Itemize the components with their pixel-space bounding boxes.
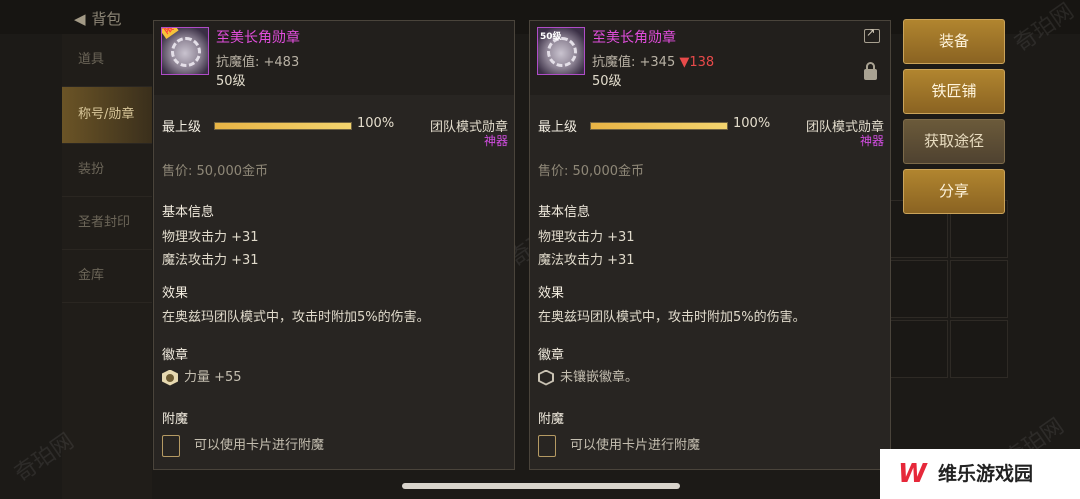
- blacksmith-button[interactable]: 铁匠铺: [903, 69, 1005, 114]
- sidebar-item-seal[interactable]: 圣者封印: [62, 197, 152, 250]
- card-slot-icon: [538, 434, 556, 457]
- emblem-text: 未镶嵌徽章。: [560, 370, 639, 385]
- item-tooltip-new: 限 至美长角勋章 抗魔值: +483 50级 最上级 100% 团队模式勋章 神…: [153, 20, 515, 470]
- logo-w-icon: W: [898, 459, 927, 489]
- item-name: 至美长角勋章: [592, 30, 676, 46]
- stat-magic-attack: 魔法攻击力 +31: [162, 253, 259, 268]
- sidebar-item-items[interactable]: 道具: [62, 34, 152, 87]
- stat-diff-down: ▼138: [679, 55, 715, 70]
- new-tag-icon: 限: [162, 28, 179, 40]
- effect-text: 在奥兹玛团队模式中，攻击时附加5%的伤害。: [538, 310, 806, 325]
- grade-label: 最上级: [538, 120, 578, 135]
- section-title-enchant: 附魔: [162, 412, 189, 427]
- section-title-emblem: 徽章: [162, 348, 189, 363]
- grade-percent: 100%: [733, 116, 771, 131]
- inventory-slot[interactable]: [950, 260, 1008, 318]
- section-title-enchant: 附魔: [538, 412, 565, 427]
- sidebar-item-vault[interactable]: 金库: [62, 250, 152, 303]
- section-title-effect: 效果: [538, 286, 565, 301]
- inventory-sidebar: 道具 称号/勋章 装扮 圣者封印 金库: [62, 34, 152, 499]
- item-name: 至美长角勋章: [216, 30, 300, 46]
- tooltip-header: 50级 至美长角勋章 抗魔值: +345 ▼138 50级: [530, 21, 890, 95]
- grade-row: 最上级 100% 团队模式勋章 神器: [538, 116, 884, 148]
- inventory-slot[interactable]: [890, 320, 948, 378]
- enchant-text: 可以使用卡片进行附魔: [194, 438, 325, 453]
- medal-gear-icon: [171, 37, 201, 67]
- enchant-text: 可以使用卡片进行附魔: [570, 438, 701, 453]
- obtain-source-button[interactable]: 获取途径: [903, 119, 1005, 164]
- section-title-basic: 基本信息: [538, 205, 591, 220]
- grade-percent: 100%: [357, 116, 395, 131]
- equip-button[interactable]: 装备: [903, 19, 1005, 64]
- action-buttons: 装备 铁匠铺 获取途径 分享: [903, 19, 1005, 219]
- stat-magic-attack: 魔法攻击力 +31: [538, 253, 635, 268]
- sell-price: 售价: 50,000金币: [538, 164, 644, 179]
- magic-resist-stat: 抗魔值: +345 ▼138: [592, 51, 714, 70]
- stat-physical-attack: 物理攻击力 +31: [162, 230, 259, 245]
- card-slot-icon: [162, 434, 180, 457]
- medal-icon: 50级: [537, 27, 585, 75]
- sell-price: 售价: 50,000金币: [162, 164, 268, 179]
- medal-icon: 限: [161, 27, 209, 75]
- grade-label: 最上级: [162, 120, 202, 135]
- inventory-slot[interactable]: [950, 320, 1008, 378]
- share-button[interactable]: 分享: [903, 169, 1005, 214]
- item-level: 50级: [216, 74, 246, 89]
- item-level: 50级: [592, 74, 622, 89]
- grade-progress-fill: [591, 123, 727, 129]
- inventory-grid: [890, 200, 1020, 440]
- magic-resist-stat: 抗魔值: +483: [216, 55, 300, 70]
- back-arrow-icon: ◀: [74, 10, 86, 28]
- item-rarity: 神器: [483, 134, 508, 148]
- tooltip-header: 限 至美长角勋章 抗魔值: +483 50级: [154, 21, 514, 95]
- back-label: 背包: [91, 10, 122, 28]
- enchant-row: 可以使用卡片进行附魔: [538, 434, 700, 458]
- home-indicator[interactable]: [402, 483, 680, 489]
- magic-resist-value: 抗魔值: +345: [592, 55, 676, 70]
- inventory-slot[interactable]: [890, 260, 948, 318]
- item-tooltip-equipped: 50级 至美长角勋章 抗魔值: +345 ▼138 50级 最上级 100% 团…: [529, 20, 891, 470]
- enchant-row: 可以使用卡片进行附魔: [162, 434, 324, 458]
- sidebar-item-avatar[interactable]: 装扮: [62, 144, 152, 197]
- emblem-icon: [162, 369, 178, 386]
- grade-progress-fill: [215, 123, 351, 129]
- share-icon[interactable]: [864, 26, 880, 43]
- effect-text: 在奥兹玛团队模式中，攻击时附加5%的伤害。: [162, 310, 430, 325]
- lock-icon[interactable]: [864, 62, 877, 80]
- emblem-text: 力量 +55: [184, 370, 242, 385]
- emblem-row: 未镶嵌徽章。: [538, 368, 638, 388]
- site-logo: W 维乐游戏园: [880, 449, 1080, 499]
- sidebar-item-titles-medals[interactable]: 称号/勋章: [62, 87, 152, 144]
- back-button[interactable]: ◀ 背包: [74, 8, 122, 29]
- grade-progress-bar: [214, 122, 352, 130]
- icon-level-text: 50级: [540, 32, 562, 42]
- grade-progress-bar: [590, 122, 728, 130]
- section-title-basic: 基本信息: [162, 205, 215, 220]
- logo-text: 维乐游戏园: [938, 463, 1034, 485]
- section-title-emblem: 徽章: [538, 348, 565, 363]
- emblem-row: 力量 +55: [162, 368, 242, 388]
- empty-emblem-slot-icon: [538, 369, 554, 386]
- section-title-effect: 效果: [162, 286, 189, 301]
- item-rarity: 神器: [859, 134, 884, 148]
- stat-physical-attack: 物理攻击力 +31: [538, 230, 635, 245]
- grade-row: 最上级 100% 团队模式勋章 神器: [162, 116, 508, 148]
